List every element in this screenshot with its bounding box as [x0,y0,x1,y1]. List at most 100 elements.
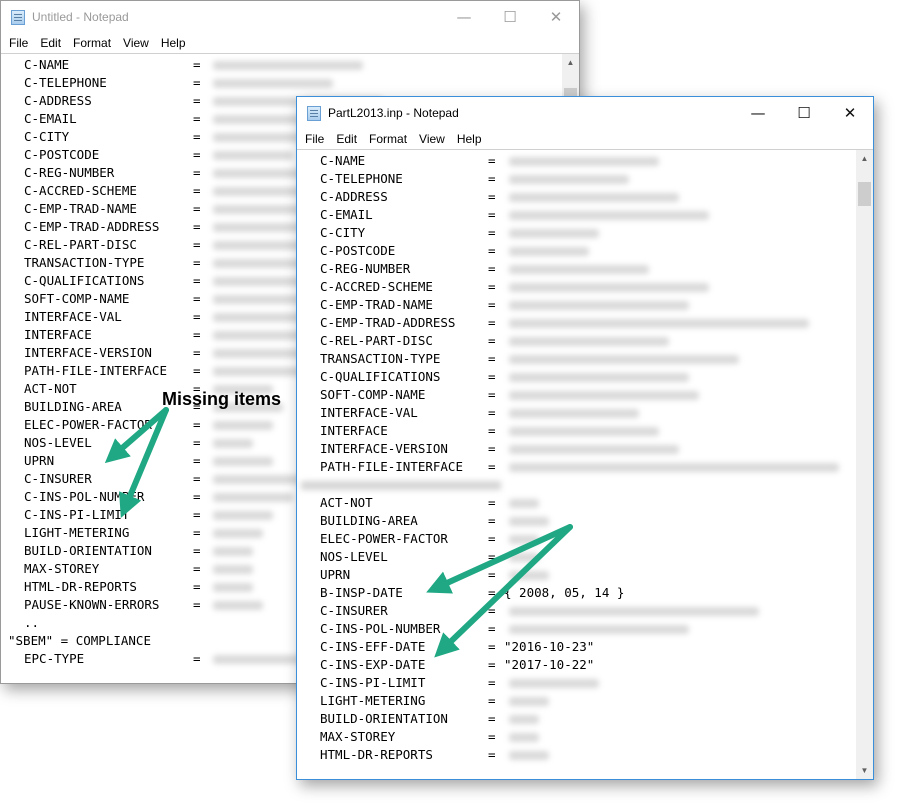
line-equals: = [193,75,201,90]
editor-line-c-name: C-NAME = [297,152,856,170]
redacted-value [213,79,333,88]
redacted-value [509,283,709,292]
redacted-value [213,529,263,538]
line-key: EPC-TYPE [24,651,85,666]
line-key: C-INS-EFF-DATE [320,639,426,654]
title-bar[interactable]: Untitled - Notepad — ☐ ✕ [1,1,579,33]
line-equals: = [488,261,496,276]
line-key: C-INSURER [24,471,92,486]
vertical-scrollbar[interactable]: ▲ ▼ [856,150,873,779]
menu-format[interactable]: Format [363,132,413,146]
minimize-button[interactable]: — [735,97,781,129]
maximize-button[interactable]: ☐ [487,1,533,33]
line-equals: = [193,363,201,378]
editor-line-c-ins-pol-number: C-INS-POL-NUMBER = [297,620,856,638]
line-key: INTERFACE [24,327,92,342]
line-equals: = [488,207,496,222]
scroll-up-arrow-icon[interactable]: ▲ [562,54,579,71]
redacted-value [213,133,303,142]
editor-line-c-ins-eff-date: C-INS-EFF-DATE = "2016-10-23" [297,638,856,656]
line-key: C-QUALIFICATIONS [320,369,441,384]
notepad-app-icon [307,105,321,121]
editor-line-blank [297,476,856,494]
line-equals: = [488,621,496,636]
line-key: C-REL-PART-DISC [24,237,137,252]
line-key: C-INSURER [320,603,388,618]
minimize-button[interactable]: — [441,1,487,33]
window-title: PartL2013.inp - Notepad [328,106,459,120]
line-equals: = [193,291,201,306]
text-editor[interactable]: C-NAME = C-TELEPHONE = C-ADDRESS = C-EMAIL = C-C… [297,149,873,779]
title-bar[interactable]: PartL2013.inp - Notepad — ☐ ✕ [297,97,873,129]
line-key: NOS-LEVEL [320,549,388,564]
redacted-value [509,301,689,310]
line-equals: = [488,243,496,258]
redacted-value [509,535,539,544]
line-key: ACT-NOT [24,381,77,396]
line-equals: = [488,531,496,546]
menu-file[interactable]: File [299,132,330,146]
menu-help[interactable]: Help [451,132,488,146]
line-equals: = [193,57,201,72]
line-equals: = [488,225,496,240]
redacted-value [509,733,539,742]
line-value: { 2008, 05, 14 } [504,585,625,600]
line-equals: = [193,525,201,540]
line-equals: = [488,297,496,312]
redacted-value [213,421,273,430]
editor-line-c-accred-scheme: C-ACCRED-SCHEME = [297,278,856,296]
menu-edit[interactable]: Edit [34,36,67,50]
line-key: INTERFACE-VAL [24,309,122,324]
line-equals: = [488,693,496,708]
redacted-value [509,607,759,616]
maximize-button[interactable]: ☐ [781,97,827,129]
editor-line-c-ins-exp-date: C-INS-EXP-DATE = "2017-10-22" [297,656,856,674]
line-key: C-EMP-TRAD-ADDRESS [320,315,456,330]
line-equals: = [488,351,496,366]
line-key: C-CITY [24,129,70,144]
line-key: BUILD-ORIENTATION [320,711,448,726]
line-key: BUILDING-AREA [320,513,418,528]
redacted-value [213,601,263,610]
redacted-value [509,517,549,526]
line-key: C-QUALIFICATIONS [24,273,145,288]
line-key: C-EMAIL [320,207,373,222]
line-key: INTERFACE [320,423,388,438]
menu-view[interactable]: View [117,36,155,50]
redacted-value [509,751,549,760]
line-key: ELEC-POWER-FACTOR [24,417,152,432]
editor-line-building-area: BUILDING-AREA = [297,512,856,530]
redacted-value [509,427,659,436]
line-equals: = [193,435,201,450]
menu-help[interactable]: Help [155,36,192,50]
editor-line-nos-level: NOS-LEVEL = [297,548,856,566]
editor-line-build-orientation: BUILD-ORIENTATION = [297,710,856,728]
line-key: BUILDING-AREA [24,399,122,414]
line-key: C-ADDRESS [320,189,388,204]
line-equals: = [488,333,496,348]
redacted-value [509,193,679,202]
redacted-value [213,583,253,592]
menu-file[interactable]: File [3,36,34,50]
text-lines: C-NAME = C-TELEPHONE = C-ADDRESS = C-EMAIL = C-C… [297,152,856,764]
editor-line-interface-version: INTERFACE-VERSION = [297,440,856,458]
line-key: C-NAME [24,57,70,72]
close-button[interactable]: ✕ [533,1,579,33]
scroll-down-arrow-icon[interactable]: ▼ [856,762,873,779]
line-equals: = [193,651,201,666]
scroll-up-arrow-icon[interactable]: ▲ [856,150,873,167]
editor-line-transaction-type: TRANSACTION-TYPE = [297,350,856,368]
menu-format[interactable]: Format [67,36,117,50]
close-button[interactable]: ✕ [827,97,873,129]
line-equals: = [193,147,201,162]
editor-line-c-reg-number: C-REG-NUMBER = [297,260,856,278]
menu-edit[interactable]: Edit [330,132,363,146]
scroll-thumb[interactable] [858,182,871,206]
line-key: C-CITY [320,225,366,240]
redacted-value [509,445,679,454]
menu-view[interactable]: View [413,132,451,146]
line-equals: = [193,219,201,234]
line-key: SOFT-COMP-NAME [320,387,426,402]
line-key: LIGHT-METERING [320,693,426,708]
line-equals: = [488,459,496,474]
